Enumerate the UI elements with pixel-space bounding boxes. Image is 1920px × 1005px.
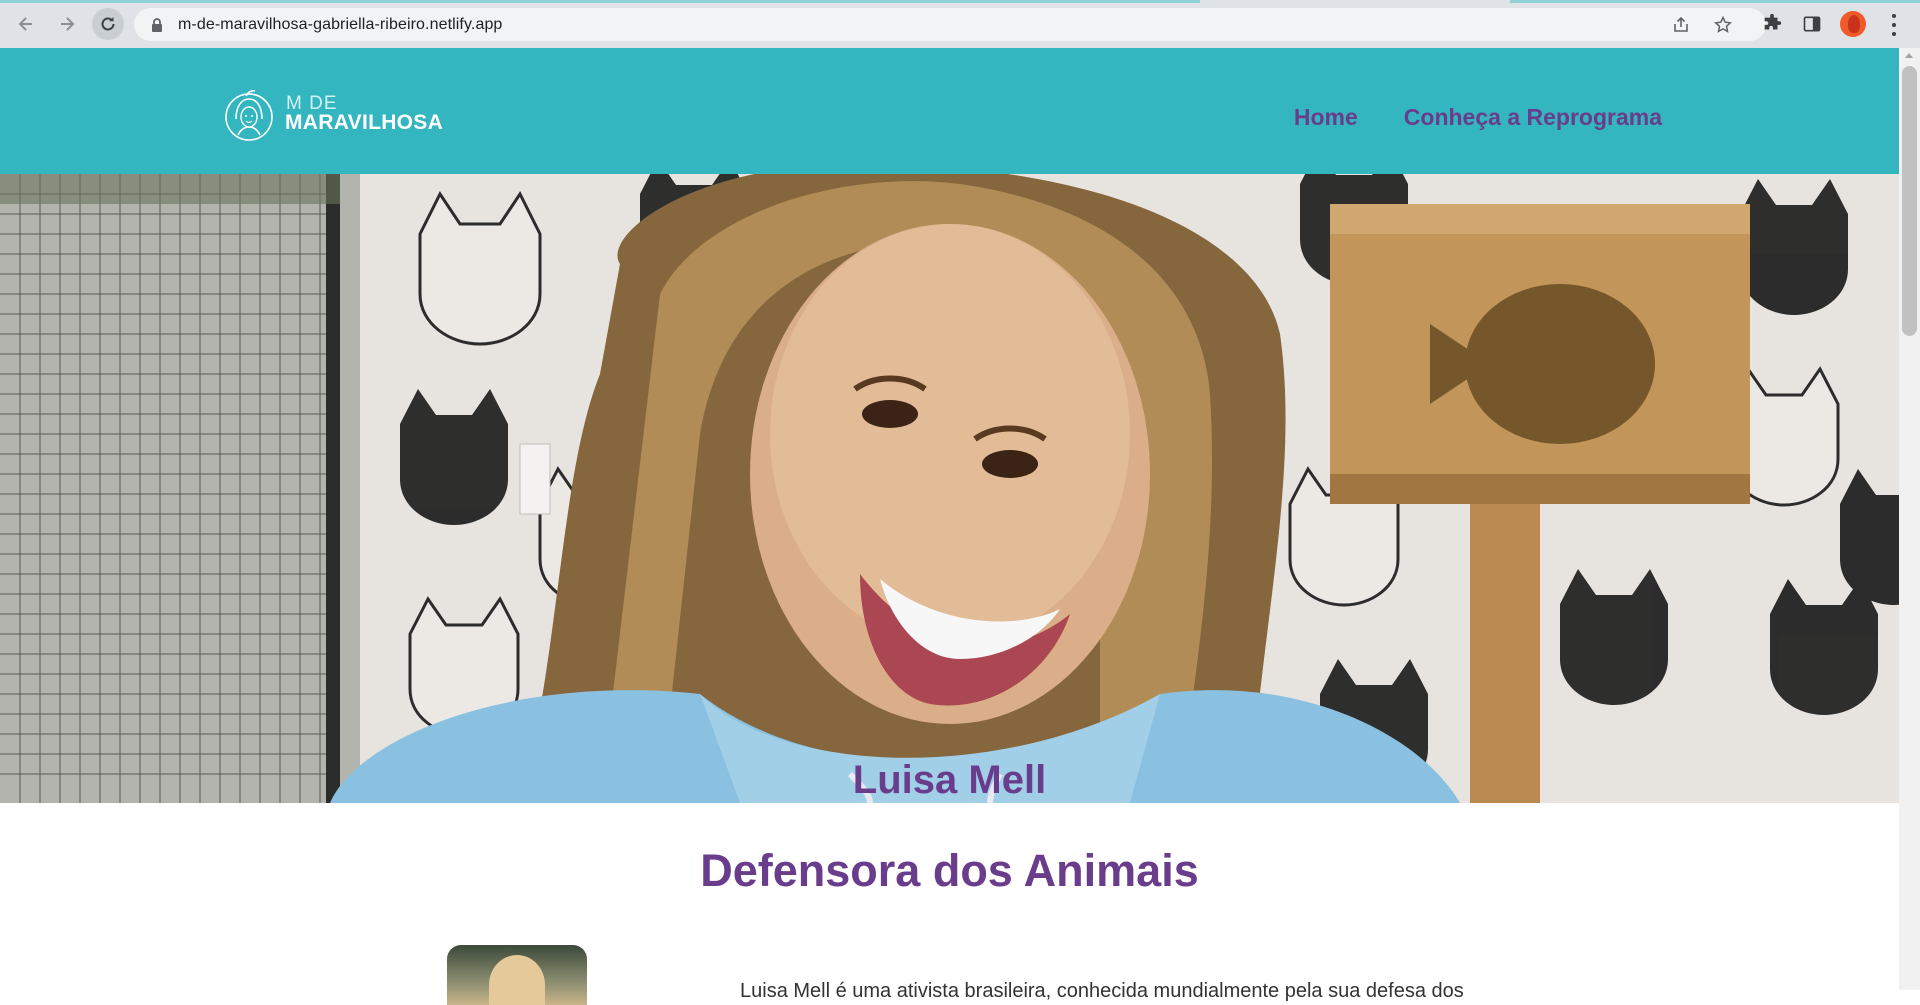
site-header: M DE MARAVILHOSA Home Conheça a Reprogra… [0,48,1899,174]
address-bar[interactable]: m-de-maravilhosa-gabriella-ribeiro.netli… [134,8,1766,41]
scroll-up-arrow-icon[interactable] [1905,53,1913,58]
nav-link-home[interactable]: Home [1294,104,1358,131]
browser-toolbar: m-de-maravilhosa-gabriella-ribeiro.netli… [0,0,1920,48]
share-icon[interactable] [1672,16,1690,34]
tab-strip-accent [1510,0,1920,3]
forward-button[interactable] [51,8,83,40]
tab-strip-accent [0,0,1200,3]
nav-link-reprograma[interactable]: Conheça a Reprograma [1404,104,1662,131]
side-panel-icon [1803,16,1821,32]
side-panel-button[interactable] [1800,12,1824,36]
forward-arrow-icon [61,17,75,31]
reload-icon [101,17,115,31]
woman-face-logo-icon [225,89,273,141]
main-nav: Home Conheça a Reprograma [1294,104,1662,131]
puzzle-icon [1764,13,1782,30]
lock-icon[interactable] [150,17,164,33]
url-text[interactable]: m-de-maravilhosa-gabriella-ribeiro.netli… [178,16,502,34]
page-title: Defensora dos Animais [700,845,1199,896]
reload-button[interactable] [92,8,124,40]
profile-photo [447,945,587,1005]
avatar[interactable] [1840,11,1866,37]
back-arrow-icon [18,17,32,31]
kebab-menu-icon[interactable] [1884,14,1904,36]
hero-photo [0,174,1899,803]
page-scrollbar[interactable] [1899,48,1920,990]
scrollbar-thumb[interactable] [1902,66,1917,336]
back-button[interactable] [10,8,42,40]
extensions-button[interactable] [1760,12,1784,36]
logo-text-bottom: MARAVILHOSA [285,111,444,134]
intro-paragraph: Luisa Mell é uma ativista brasileira, co… [740,980,1464,1002]
site-logo[interactable]: M DE MARAVILHOSA [224,87,464,143]
hero-name: Luisa Mell [852,758,1047,802]
star-icon[interactable] [1714,16,1732,34]
hero-banner: Luisa Mell [0,174,1899,803]
